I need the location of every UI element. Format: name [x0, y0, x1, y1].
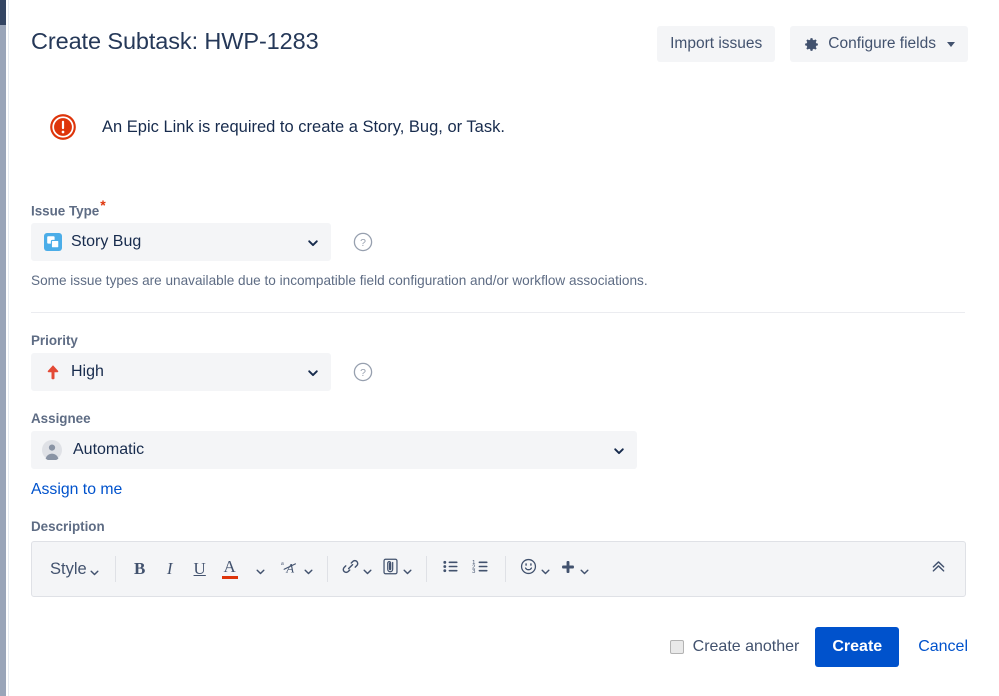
emoji-button[interactable] — [515, 552, 555, 586]
import-issues-button[interactable]: Import issues — [657, 26, 776, 62]
user-avatar-icon — [42, 440, 62, 462]
content-left-rule — [8, 0, 9, 696]
checkbox-box[interactable] — [669, 640, 684, 654]
svg-text:?: ? — [360, 238, 366, 250]
assignee-value: Automatic — [73, 441, 145, 459]
priority-value: High — [71, 363, 104, 381]
error-circle-icon — [49, 113, 77, 141]
dialog-header: Create Subtask: HWP-1283 Import issues C… — [31, 22, 968, 74]
numbered-list-button[interactable]: 1 2 3 — [466, 552, 496, 586]
style-dropdown-button[interactable]: Style — [44, 552, 106, 586]
field-description: Description Style B I U A a A 1 2 3 — [31, 519, 999, 598]
subtask-issue-type-icon — [44, 233, 62, 252]
configure-fields-button[interactable]: Configure fields — [790, 26, 968, 62]
chevron-down-icon — [613, 444, 625, 456]
issue-type-select[interactable]: Story Bug — [31, 223, 331, 262]
text-color-label: A — [223, 557, 236, 577]
description-label: Description — [31, 519, 105, 535]
issue-type-label: Issue Type* — [31, 197, 999, 219]
chevron-down-icon — [579, 564, 590, 575]
priority-label: Priority — [31, 333, 78, 349]
text-color-bar — [221, 576, 238, 580]
chevron-down-icon — [947, 41, 955, 47]
toolbar-separator — [425, 556, 427, 583]
app-sidebar-edge — [0, 25, 6, 696]
chevron-down-icon — [307, 366, 319, 378]
double-chevron-up-icon — [929, 557, 948, 581]
issue-type-label-text: Issue Type — [31, 203, 100, 219]
plus-icon — [559, 558, 577, 581]
toolbar-separator — [504, 556, 506, 583]
issue-type-value: Story Bug — [71, 233, 142, 251]
assignee-label: Assignee — [31, 411, 91, 427]
svg-text:?: ? — [360, 368, 366, 380]
toolbar-separator — [326, 556, 328, 583]
text-color-dropdown[interactable] — [245, 552, 275, 586]
priority-select[interactable]: High — [31, 353, 331, 392]
field-priority: Priority High ? — [31, 333, 999, 392]
help-circle-icon[interactable]: ? — [353, 232, 373, 252]
italic-button[interactable]: I — [155, 552, 185, 586]
assignee-select[interactable]: Automatic — [31, 431, 637, 470]
insert-more-button[interactable] — [555, 552, 594, 586]
chevron-down-icon — [540, 564, 551, 575]
dialog-footer: Create another Create Cancel — [669, 627, 968, 667]
error-banner: An Epic Link is required to create a Sto… — [31, 113, 505, 141]
priority-high-arrow-icon — [44, 363, 62, 381]
create-another-checkbox[interactable]: Create another — [669, 638, 800, 656]
attachment-icon — [381, 557, 400, 581]
issue-type-row: Story Bug ? — [31, 223, 999, 262]
cancel-link[interactable]: Cancel — [918, 638, 968, 656]
field-assignee: Assignee Automatic Assign to me — [31, 411, 999, 499]
svg-text:a: a — [281, 560, 284, 567]
chevron-down-icon — [255, 564, 266, 575]
header-actions: Import issues Configure fields — [657, 26, 968, 62]
emoji-icon — [519, 557, 538, 581]
chevron-down-icon — [362, 564, 373, 575]
description-editor[interactable]: Style B I U A a A 1 2 3 — [31, 541, 966, 598]
toolbar-separator — [114, 556, 116, 583]
required-asterisk: * — [100, 197, 106, 213]
assign-to-me-link[interactable]: Assign to me — [31, 481, 122, 498]
link-button[interactable] — [337, 552, 377, 586]
app-sidebar-top-edge — [0, 0, 6, 25]
create-another-label: Create another — [692, 638, 800, 655]
section-divider — [31, 312, 965, 314]
numbered-list-icon: 1 2 3 — [471, 557, 490, 581]
superscript-a-icon: a A — [279, 558, 301, 581]
bullet-list-icon — [441, 557, 460, 581]
svg-text:3: 3 — [472, 570, 476, 576]
chevron-down-icon — [303, 564, 314, 575]
field-issue-type: Issue Type* Story Bug ? Some issue types… — [31, 197, 999, 314]
attachment-button[interactable] — [377, 552, 417, 586]
error-message: An Epic Link is required to create a Sto… — [102, 117, 505, 136]
bullet-list-button[interactable] — [436, 552, 466, 586]
chevron-down-icon — [402, 564, 413, 575]
text-color-swatch: A — [221, 557, 238, 580]
priority-row: High ? — [31, 353, 999, 392]
more-text-formatting-button[interactable]: a A — [275, 552, 318, 586]
style-label: Style — [50, 559, 87, 578]
underline-button[interactable]: U — [185, 552, 215, 586]
text-color-button[interactable]: A — [215, 552, 245, 586]
chevron-down-icon — [307, 236, 319, 248]
collapse-toolbar-button[interactable] — [923, 552, 953, 586]
issue-type-hint: Some issue types are unavailable due to … — [31, 273, 648, 289]
chevron-down-icon — [89, 564, 100, 576]
page-title: Create Subtask: HWP-1283 — [31, 28, 319, 54]
bold-button[interactable]: B — [125, 552, 155, 586]
create-button[interactable]: Create — [815, 627, 900, 667]
create-subtask-dialog: Create Subtask: HWP-1283 Import issues C… — [0, 0, 999, 696]
create-subtask-form: Issue Type* Story Bug ? Some issue types… — [31, 197, 999, 598]
import-issues-label: Import issues — [670, 35, 763, 52]
help-circle-icon[interactable]: ? — [353, 362, 373, 382]
configure-fields-label: Configure fields — [828, 35, 936, 52]
link-icon — [341, 557, 360, 581]
gear-icon — [803, 36, 820, 53]
